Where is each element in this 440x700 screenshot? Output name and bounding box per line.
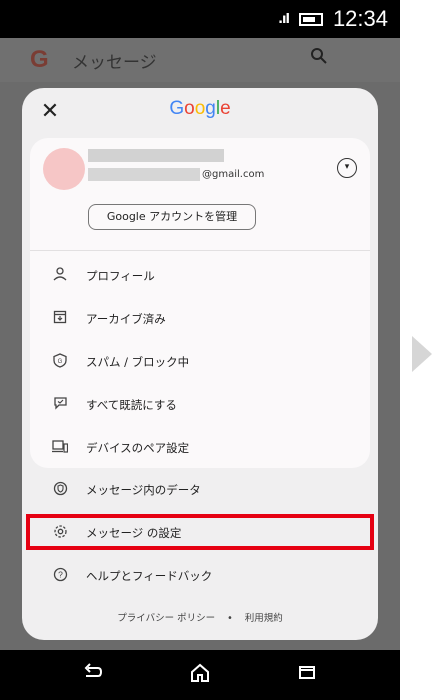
back-icon[interactable] xyxy=(78,662,108,687)
shield-icon: G xyxy=(48,352,72,372)
account-card: @gmail.com ▾ Google アカウントを管理 プロフィール アーカイ… xyxy=(30,138,370,468)
menu-label: メッセージ内のデータ xyxy=(86,483,201,497)
menu-label: ヘルプとフィードバック xyxy=(86,569,213,583)
data-shield-icon xyxy=(48,481,72,500)
svg-text:?: ? xyxy=(58,569,63,579)
menu-label: デバイスのペア設定 xyxy=(86,441,190,455)
app-bar: G メッセージ xyxy=(0,38,400,82)
phone-screen: .ıl 12:34 G メッセージ ✕ Google @gmail.com ▾ xyxy=(0,0,400,700)
status-bar: .ıl 12:34 xyxy=(0,0,400,38)
terms-link[interactable]: 利用規約 xyxy=(245,613,283,624)
person-icon xyxy=(48,267,72,285)
menu-label: スパム / ブロック中 xyxy=(86,355,190,369)
account-name-redacted xyxy=(88,149,224,162)
menu-label: アーカイブ済み xyxy=(86,312,166,326)
chevron-down-icon[interactable]: ▾ xyxy=(337,158,357,178)
devices-icon xyxy=(48,439,72,457)
menu-item-spam-blocked[interactable]: G スパム / ブロック中 xyxy=(30,342,370,382)
highlight-box xyxy=(26,514,374,550)
separator-dot: • xyxy=(227,613,233,624)
home-icon[interactable] xyxy=(185,662,215,689)
menu-label: プロフィール xyxy=(86,269,155,283)
menu-item-data-in-messages[interactable]: メッセージ内のデータ xyxy=(30,470,370,510)
manage-account-button[interactable]: Google アカウントを管理 xyxy=(88,204,256,230)
account-email: @gmail.com xyxy=(88,168,264,181)
signal-icon: .ıl xyxy=(278,11,290,27)
battery-icon xyxy=(298,12,323,26)
search-icon xyxy=(310,46,328,70)
menu-item-profile[interactable]: プロフィール xyxy=(30,256,370,296)
svg-text:G: G xyxy=(58,359,63,365)
menu-item-help-feedback[interactable]: ? ヘルプとフィードバック xyxy=(30,556,370,596)
google-logo: Google xyxy=(169,98,231,119)
email-domain: @gmail.com xyxy=(202,169,265,180)
footer-links: プライバシー ポリシー • 利用規約 xyxy=(22,610,378,624)
status-time: 12:34 xyxy=(332,6,388,31)
avatar[interactable] xyxy=(43,148,85,190)
menu-item-archived[interactable]: アーカイブ済み xyxy=(30,299,370,339)
navigation-bar xyxy=(0,650,400,700)
chat-check-icon xyxy=(48,396,72,414)
privacy-policy-link[interactable]: プライバシー ポリシー xyxy=(117,613,215,624)
google-g-logo: G xyxy=(30,46,49,73)
archive-icon xyxy=(48,310,72,328)
menu-item-mark-all-read[interactable]: すべて既読にする xyxy=(30,385,370,425)
menu-label: すべて既読にする xyxy=(86,398,177,412)
next-step-arrow-icon xyxy=(412,336,432,372)
app-title: メッセージ xyxy=(72,53,157,73)
help-icon: ? xyxy=(48,567,72,586)
divider xyxy=(30,250,370,251)
recents-icon[interactable] xyxy=(292,662,322,687)
email-redacted xyxy=(88,168,200,181)
account-sheet: ✕ Google @gmail.com ▾ Google アカウントを管理 プロ… xyxy=(22,88,378,640)
menu-item-device-pairing[interactable]: デバイスのペア設定 xyxy=(30,428,370,468)
